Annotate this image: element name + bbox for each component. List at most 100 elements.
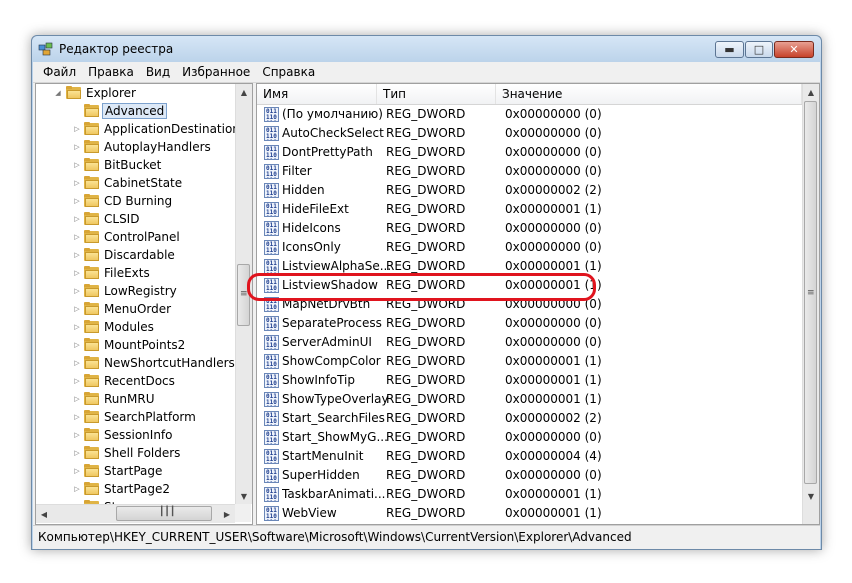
tree-item[interactable]: ▷ MenuOrder (36, 300, 235, 318)
minimize-button[interactable]: ▬ (715, 41, 744, 58)
tree-item-label: AutoplayHandlers (104, 140, 211, 154)
dword-value-icon: 011110010 (264, 392, 279, 407)
expand-arrow-icon[interactable]: ▷ (72, 480, 82, 498)
menu-help[interactable]: Справка (256, 65, 321, 79)
tree-item[interactable]: ▷ CD Burning (36, 192, 235, 210)
table-row[interactable]: 011110010StartMenuInit REG_DWORD 0x0000000… (257, 447, 802, 466)
tree-item[interactable]: ▷ NewShortcutHandlers (36, 354, 235, 372)
scroll-up-icon[interactable]: ▲ (803, 84, 819, 100)
expand-arrow-icon[interactable]: ▷ (72, 246, 82, 264)
maximize-button[interactable]: □ (745, 41, 773, 58)
tree-item[interactable]: ▷ Modules (36, 318, 235, 336)
expand-arrow-icon[interactable]: ▷ (72, 156, 82, 174)
tree-item[interactable]: ▷ CabinetState (36, 174, 235, 192)
scroll-thumb[interactable]: ≡ (804, 101, 817, 484)
table-row[interactable]: 011110010TaskbarAnimati...REG_DWORD 0x000… (257, 485, 802, 504)
scroll-down-icon[interactable]: ▼ (236, 488, 252, 504)
expand-arrow-icon[interactable]: ▷ (72, 354, 82, 372)
expand-arrow-icon[interactable]: ▷ (72, 372, 82, 390)
expand-arrow-icon[interactable]: ▷ (72, 120, 82, 138)
tree-item[interactable]: ▷ Discardable (36, 246, 235, 264)
expand-arrow-icon[interactable]: ▷ (72, 228, 82, 246)
scroll-thumb[interactable]: ┃┃┃ (116, 506, 212, 521)
table-row[interactable]: 011110010ShowTypeOverlayREG_DWORD 0x00000… (257, 390, 802, 409)
menu-file[interactable]: Файл (33, 65, 82, 79)
expand-arrow-icon[interactable]: ▷ (72, 264, 82, 282)
tree-item-label: Discardable (104, 248, 175, 262)
expand-arrow-icon[interactable]: ▷ (72, 426, 82, 444)
tree-item[interactable]: ▷ ControlPanel (36, 228, 235, 246)
expand-arrow-icon[interactable]: ▷ (72, 300, 82, 318)
table-row[interactable]: 011110010AutoCheckSelectREG_DWORD 0x00000… (257, 124, 802, 143)
expand-arrow-icon[interactable]: ▷ (72, 444, 82, 462)
expand-arrow-icon[interactable]: ▷ (72, 336, 82, 354)
table-row[interactable]: 011110010ShowCompColor REG_DWORD 0x0000000… (257, 352, 802, 371)
menu-view[interactable]: Вид (140, 65, 176, 79)
tree-item[interactable]: ▷ AutoplayHandlers (36, 138, 235, 156)
tree-item-label: MountPoints2 (104, 338, 186, 352)
table-row[interactable]: 011110010HideIcons REG_DWORD 0x00000000 (0… (257, 219, 802, 238)
column-value[interactable]: Значение (496, 84, 802, 104)
tree-item-label: CabinetState (104, 176, 183, 190)
value-data: 0x00000001 (1) (505, 373, 602, 387)
tree-item[interactable]: ▷ SearchPlatform (36, 408, 235, 426)
column-name[interactable]: Имя (257, 84, 377, 104)
collapse-arrow-icon[interactable]: ◢ (53, 84, 63, 102)
expand-arrow-icon[interactable]: ▷ (72, 318, 82, 336)
tree-horizontal-scrollbar[interactable]: ◀ ┃┃┃ ▶ (36, 504, 235, 523)
tree-item-label: ApplicationDestinations (104, 122, 235, 136)
expand-arrow-icon[interactable]: ▷ (72, 408, 82, 426)
list-vertical-scrollbar[interactable]: ▲ ≡ ▼ (802, 84, 819, 524)
tree-item[interactable]: ▷ RecentDocs (36, 372, 235, 390)
table-row[interactable]: 011110010Start_ShowMyG...REG_DWORD 0x0000… (257, 428, 802, 447)
table-row[interactable]: 011110010Hidden REG_DWORD 0x00000002 (2) (257, 181, 802, 200)
tree-item[interactable]: Advanced (36, 102, 235, 120)
tree-item-explorer[interactable]: ◢ Explorer (36, 84, 235, 102)
table-row[interactable]: 011110010SeparateProcess REG_DWORD 0x00000… (257, 314, 802, 333)
scroll-left-icon[interactable]: ◀ (36, 506, 52, 522)
tree-item[interactable]: ▷ LowRegistry (36, 282, 235, 300)
tree-item[interactable]: ▷ CLSID (36, 210, 235, 228)
scroll-right-icon[interactable]: ▶ (219, 506, 235, 522)
expand-arrow-icon[interactable]: ▷ (72, 192, 82, 210)
expand-arrow-icon[interactable]: ▷ (72, 390, 82, 408)
value-name: SuperHidden (282, 468, 360, 482)
table-row[interactable]: 011110010DontPrettyPath REG_DWORD 0x000000… (257, 143, 802, 162)
value-data: 0x00000002 (2) (505, 183, 602, 197)
table-row[interactable]: 011110010Filter REG_DWORD 0x00000000 (0) (257, 162, 802, 181)
dword-value-icon: 011110010 (264, 164, 279, 179)
tree-item[interactable]: ▷ StartPage2 (36, 480, 235, 498)
tree-item[interactable]: ▷ RunMRU (36, 390, 235, 408)
tree-item[interactable]: ▷ StartPage (36, 462, 235, 480)
table-row[interactable]: 011110010IconsOnly REG_DWORD 0x00000000 (0… (257, 238, 802, 257)
grip-icon: ┃┃┃ (159, 507, 176, 517)
tree-item[interactable]: ▷ ApplicationDestinations (36, 120, 235, 138)
tree-item[interactable]: ▷ SessionInfo (36, 426, 235, 444)
value-data: 0x00000004 (4) (505, 449, 602, 463)
table-row[interactable]: 011110010SuperHidden REG_DWORD 0x00000000 … (257, 466, 802, 485)
close-button[interactable]: ✕ (774, 41, 814, 58)
expand-arrow-icon[interactable]: ▷ (72, 174, 82, 192)
expand-arrow-icon[interactable]: ▷ (72, 462, 82, 480)
scroll-down-icon[interactable]: ▼ (803, 488, 819, 504)
menu-edit[interactable]: Правка (82, 65, 140, 79)
table-row[interactable]: 011110010ServerAdminUI REG_DWORD 0x0000000… (257, 333, 802, 352)
table-row[interactable]: 011110010WebView REG_DWORD 0x00000001 (1) (257, 504, 802, 523)
tree-item[interactable]: ▷ BitBucket (36, 156, 235, 174)
table-row[interactable]: 011110010(По умолчанию)REG_DWORD 0x000000… (257, 105, 802, 124)
title-bar[interactable]: Редактор реестра ▬ □ ✕ (32, 36, 821, 62)
dword-value-icon: 011110010 (264, 145, 279, 160)
table-row[interactable]: 011110010ShowInfoTip REG_DWORD 0x00000001 … (257, 371, 802, 390)
scroll-up-icon[interactable]: ▲ (236, 84, 252, 100)
tree-item[interactable]: ▷ Shell Folders (36, 444, 235, 462)
tree-item[interactable]: ▷ MountPoints2 (36, 336, 235, 354)
expand-arrow-icon[interactable]: ▷ (72, 138, 82, 156)
expand-arrow-icon[interactable]: ▷ (72, 282, 82, 300)
table-row[interactable]: 011110010Start_SearchFilesREG_DWORD 0x000… (257, 409, 802, 428)
table-row[interactable]: 011110010HideFileExt REG_DWORD 0x00000001 … (257, 200, 802, 219)
expand-arrow-icon[interactable]: ▷ (72, 210, 82, 228)
value-type: REG_DWORD (386, 240, 466, 254)
tree-item[interactable]: ▷ FileExts (36, 264, 235, 282)
menu-favorites[interactable]: Избранное (176, 65, 256, 79)
column-type[interactable]: Тип (377, 84, 496, 104)
